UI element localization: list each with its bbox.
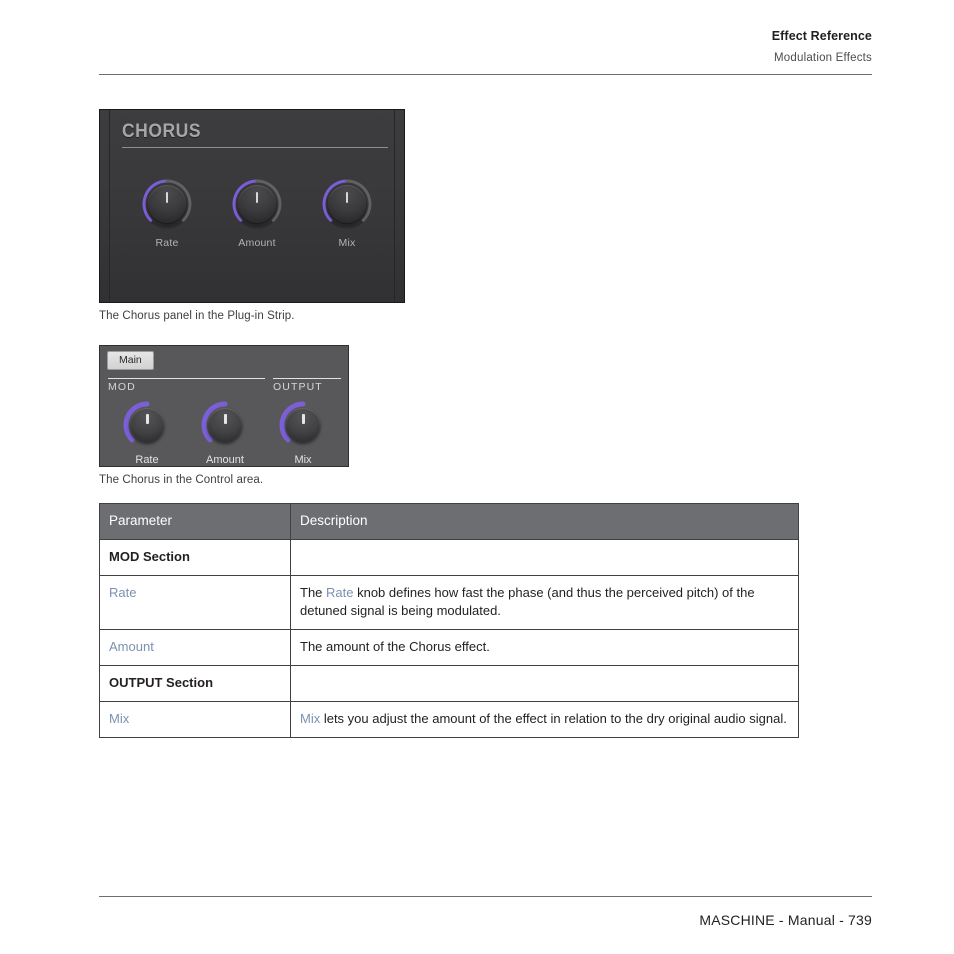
table-row: Mix Mix lets you adjust the amount of th… xyxy=(99,701,799,738)
chorus-plugin-strip-panel: CHORUS Rate Amount Mix xyxy=(99,109,405,303)
plugin-strip-title: CHORUS xyxy=(122,121,202,142)
param-link-rate[interactable]: Rate xyxy=(109,585,136,600)
strip-edge-left xyxy=(109,110,110,302)
plugin-strip-title-underline xyxy=(122,147,388,148)
param-link-mix[interactable]: Mix xyxy=(109,711,129,726)
desc-link-rate[interactable]: Rate xyxy=(326,585,353,600)
table-header-parameter: Parameter xyxy=(99,503,291,540)
mod-section-rule xyxy=(108,378,265,379)
strip-edge-right xyxy=(394,110,395,302)
knob-rate-label: Rate xyxy=(155,237,179,249)
table-cell-description: The amount of the Chorus effect. xyxy=(290,629,799,666)
control-knob-amount-cap xyxy=(208,408,242,442)
table-row: OUTPUT Section xyxy=(99,665,799,702)
param-link-amount[interactable]: Amount xyxy=(109,639,154,654)
table-cell-parameter: Mix xyxy=(99,701,291,738)
plugin-strip-knob-row: Rate Amount Mix xyxy=(122,176,392,249)
page-header: Effect Reference Modulation Effects xyxy=(99,28,872,66)
chorus-control-area-panel: Main MOD OUTPUT Rate Amount Mix xyxy=(99,345,349,467)
table-body: MOD Section Rate The Rate knob defines h… xyxy=(99,539,799,738)
table-cell-description: Mix lets you adjust the amount of the ef… xyxy=(290,701,799,738)
mod-section-label: MOD xyxy=(108,381,136,393)
control-knob-rate-label: Rate xyxy=(135,454,159,466)
desc-text-after: lets you adjust the amount of the effect… xyxy=(320,711,787,726)
desc-text-before: The amount of the Chorus effect. xyxy=(300,639,490,654)
caption-control-area: The Chorus in the Control area. xyxy=(99,474,264,486)
tab-main[interactable]: Main xyxy=(107,351,154,370)
footer-divider xyxy=(99,896,872,897)
control-knob-amount-dial[interactable] xyxy=(200,400,250,450)
output-section-rule xyxy=(273,378,341,379)
caption-plugin-strip: The Chorus panel in the Plug-in Strip. xyxy=(99,310,295,322)
knob-rate-dial[interactable] xyxy=(139,176,195,232)
table-cell-parameter: MOD Section xyxy=(99,539,291,576)
knob-mix-cap xyxy=(328,185,366,223)
control-knob-mix-dial[interactable] xyxy=(278,400,328,450)
control-knob-rate-pointer xyxy=(145,414,149,424)
desc-link-mix[interactable]: Mix xyxy=(300,711,320,726)
table-header-description: Description xyxy=(290,503,799,540)
header-subtitle: Modulation Effects xyxy=(774,52,872,64)
table-cell-description xyxy=(290,665,799,702)
knob-rate-cap xyxy=(148,185,186,223)
header-title: Effect Reference xyxy=(771,29,872,43)
table-row: Rate The Rate knob defines how fast the … xyxy=(99,575,799,630)
control-area-knob-row: Rate Amount Mix xyxy=(108,400,342,466)
control-knob-mix-cap xyxy=(286,408,320,442)
control-knob-rate-dial[interactable] xyxy=(122,400,172,450)
control-knob-mix-pointer xyxy=(301,414,305,424)
table-header-row: Parameter Description xyxy=(99,503,799,540)
knob-mix-dial[interactable] xyxy=(319,176,375,232)
output-section-label: OUTPUT xyxy=(273,381,323,393)
knob-mix[interactable]: Mix xyxy=(302,176,392,249)
manual-page: Effect Reference Modulation Effects CHOR… xyxy=(0,0,954,954)
knob-amount-pointer xyxy=(256,192,258,203)
control-knob-mix[interactable]: Mix xyxy=(264,400,342,466)
control-knob-amount-label: Amount xyxy=(206,454,244,466)
table-cell-parameter: Amount xyxy=(99,629,291,666)
desc-text-before: The xyxy=(300,585,327,600)
knob-mix-label: Mix xyxy=(338,237,356,249)
control-knob-mix-label: Mix xyxy=(294,454,312,466)
knob-rate[interactable]: Rate xyxy=(122,176,212,249)
table-cell-description: The Rate knob defines how fast the phase… xyxy=(290,575,799,630)
knob-amount-label: Amount xyxy=(238,237,276,249)
control-knob-amount-pointer xyxy=(223,414,227,424)
knob-rate-pointer xyxy=(166,192,168,203)
knob-amount[interactable]: Amount xyxy=(212,176,302,249)
footer-text: MASCHINE - Manual - 739 xyxy=(699,912,872,928)
control-knob-rate-cap xyxy=(130,408,164,442)
parameter-table: Parameter Description MOD Section Rate T… xyxy=(99,503,799,738)
table-cell-parameter: OUTPUT Section xyxy=(99,665,291,702)
knob-amount-cap xyxy=(238,185,276,223)
table-cell-description xyxy=(290,539,799,576)
knob-amount-dial[interactable] xyxy=(229,176,285,232)
knob-mix-pointer xyxy=(346,192,348,203)
table-row: Amount The amount of the Chorus effect. xyxy=(99,629,799,666)
control-knob-amount[interactable]: Amount xyxy=(186,400,264,466)
table-row: MOD Section xyxy=(99,539,799,576)
table-cell-parameter: Rate xyxy=(99,575,291,630)
desc-text-after: knob defines how fast the phase (and thu… xyxy=(300,585,755,618)
header-divider xyxy=(99,74,872,75)
control-knob-rate[interactable]: Rate xyxy=(108,400,186,466)
